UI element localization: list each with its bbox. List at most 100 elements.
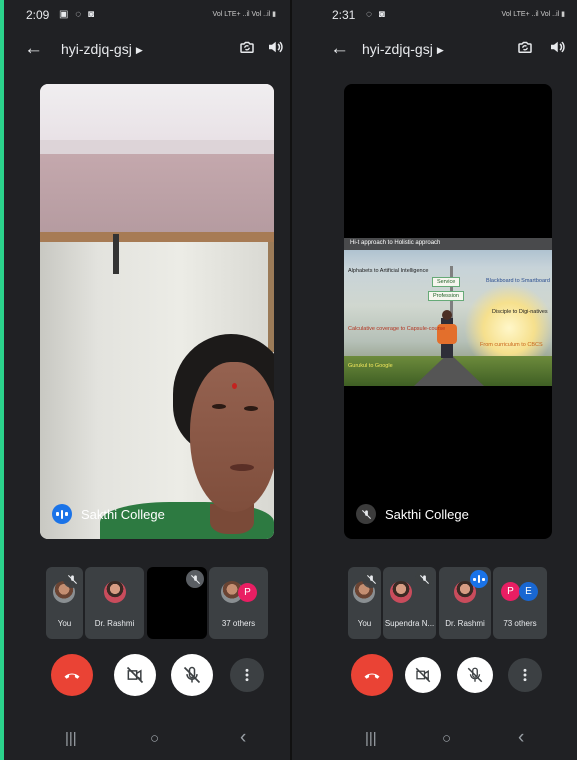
slide-text: Alphabets to Artificial Intelligence	[348, 268, 429, 274]
main-presentation-tile[interactable]: Hi-t approach to Holistic approach Servi…	[344, 84, 552, 539]
network-label: Vol LTE+ ..il Vol ..il	[501, 11, 560, 18]
participant-thumb-others[interactable]: P E 73 others	[493, 567, 547, 639]
back-arrow-icon[interactable]: ←	[330, 39, 349, 59]
slide-text: Calculative coverage to Capsule-course	[348, 326, 446, 332]
phone-hangup-icon	[64, 673, 80, 679]
more-options-button[interactable]	[508, 658, 542, 692]
back-icon[interactable]: ‹	[240, 727, 246, 749]
avatar-letter: E	[519, 582, 538, 601]
camera-toggle-button[interactable]	[405, 657, 441, 693]
slide-sign: Profession	[428, 291, 464, 301]
slide-text: Gurukul to Google	[348, 363, 393, 369]
status-time: 2:31	[332, 8, 356, 22]
participant-strip: You Supendra N... Dr. Rashmi P E 73 othe…	[292, 567, 577, 639]
main-video-tile[interactable]: Sakthi College	[40, 84, 274, 539]
tile-name-label: Sakthi College	[52, 503, 165, 525]
tile-name-label: Sakthi College	[356, 503, 469, 525]
participant-thumb-you[interactable]: You	[46, 567, 83, 639]
participant-label: 73 others	[503, 619, 537, 628]
tile-name: Sakthi College	[385, 506, 469, 522]
meeting-code[interactable]: hyi-zdjq-gsj ▶	[61, 41, 143, 57]
speaking-indicator-icon	[52, 504, 72, 524]
mic-off-icon	[186, 570, 204, 588]
network-label: Vol LTE+ ..il Vol ..il	[212, 11, 271, 18]
tile-name: Sakthi College	[81, 506, 165, 522]
battery-icon: ▮	[272, 11, 276, 18]
participant-strip: You Dr. Rashmi P 37 others	[4, 567, 290, 639]
mic-off-icon	[183, 666, 201, 684]
participant-label: Supendra N...	[384, 619, 435, 628]
mic-off-icon	[356, 504, 376, 524]
switch-camera-icon[interactable]	[238, 38, 256, 56]
more-vert-icon	[523, 668, 527, 682]
avatar-letter: P	[501, 582, 520, 601]
home-icon[interactable]: ○	[150, 730, 159, 747]
recents-icon[interactable]: |||	[65, 730, 77, 747]
more-vert-icon	[245, 668, 249, 682]
mic-toggle-button[interactable]	[171, 654, 213, 696]
call-controls	[4, 654, 290, 698]
participant-label: 37 others	[221, 619, 256, 628]
speaker-icon[interactable]	[266, 38, 284, 56]
participant-thumb-others[interactable]: P 37 others	[209, 567, 268, 639]
status-time: 2:09	[26, 8, 50, 22]
mic-off-icon	[467, 667, 483, 683]
participant-label: Dr. Rashmi	[94, 619, 135, 628]
notification-icons: ◌ ◙	[366, 9, 387, 20]
meeting-header: ← hyi-zdjq-gsj ▶	[292, 38, 577, 64]
camera-off-icon	[126, 666, 144, 684]
slide-figure	[437, 310, 457, 358]
camera-off-icon	[415, 667, 431, 683]
network-indicators: Vol LTE+ ..il Vol ..il ▮	[213, 10, 276, 18]
meeting-code-text: hyi-zdjq-gsj	[61, 41, 132, 57]
end-call-button[interactable]	[351, 654, 393, 696]
meeting-code-text: hyi-zdjq-gsj	[362, 41, 433, 57]
participant-label: Dr. Rashmi	[445, 619, 485, 628]
slide-text: From curriculum to CBCS	[480, 342, 543, 348]
battery-icon: ▮	[561, 11, 565, 18]
meet-screen-left: 2:09 ▣ ◌ ◙ Vol LTE+ ..il Vol ..il ▮ ← hy…	[4, 0, 290, 760]
meet-screen-right: 2:31 ◌ ◙ Vol LTE+ ..il Vol ..il ▮ ← hyi-…	[290, 0, 577, 760]
phone-hangup-icon	[364, 673, 380, 679]
avatar	[104, 581, 126, 603]
slide-header: Hi-t approach to Holistic approach	[350, 240, 441, 246]
end-call-button[interactable]	[51, 654, 93, 696]
status-bar: 2:31 ◌ ◙ Vol LTE+ ..il Vol ..il ▮	[332, 8, 565, 24]
home-icon[interactable]: ○	[442, 730, 451, 747]
android-nav-bar: ||| ○ ‹	[4, 726, 290, 756]
chevron-right-icon: ▶	[135, 45, 143, 55]
speaker-icon[interactable]	[548, 38, 566, 56]
speaking-indicator-icon	[470, 570, 488, 588]
camera-toggle-button[interactable]	[114, 654, 156, 696]
back-icon[interactable]: ‹	[518, 727, 524, 749]
switch-camera-icon[interactable]	[516, 38, 534, 56]
slide-text: Disciple to Digi-natives	[492, 309, 548, 315]
back-arrow-icon[interactable]: ←	[24, 39, 43, 59]
mic-off-icon	[415, 570, 433, 588]
participant-thumb-dr-rashmi[interactable]: Dr. Rashmi	[439, 567, 491, 639]
mic-toggle-button[interactable]	[457, 657, 493, 693]
avatar-letter: P	[238, 583, 257, 602]
participant-label: You	[357, 619, 372, 628]
presentation-slide: Hi-t approach to Holistic approach Servi…	[344, 238, 552, 386]
call-controls	[292, 654, 577, 698]
meeting-header: ← hyi-zdjq-gsj ▶	[4, 38, 290, 64]
participant-thumb-dr-rashmi[interactable]: Dr. Rashmi	[85, 567, 144, 639]
participant-thumb-you[interactable]: You	[348, 567, 381, 639]
camera-feed	[40, 84, 274, 539]
more-options-button[interactable]	[230, 658, 264, 692]
slide-sign: Service	[432, 277, 461, 287]
notification-icons: ▣ ◌ ◙	[59, 9, 96, 20]
chevron-right-icon: ▶	[436, 45, 444, 55]
avatar	[390, 581, 412, 603]
network-indicators: Vol LTE+ ..il Vol ..il ▮	[502, 10, 565, 18]
participant-thumb-supendra[interactable]: Supendra N...	[383, 567, 436, 639]
slide-text: Blackboard to Smartboard	[486, 278, 550, 284]
status-bar: 2:09 ▣ ◌ ◙ Vol LTE+ ..il Vol ..il ▮	[26, 8, 276, 24]
meeting-code[interactable]: hyi-zdjq-gsj ▶	[362, 41, 444, 57]
recents-icon[interactable]: |||	[365, 730, 377, 747]
mic-off-icon	[362, 570, 380, 588]
participant-thumb-video-off[interactable]	[147, 567, 207, 639]
mic-off-icon	[63, 570, 81, 588]
participant-label: You	[57, 619, 72, 628]
